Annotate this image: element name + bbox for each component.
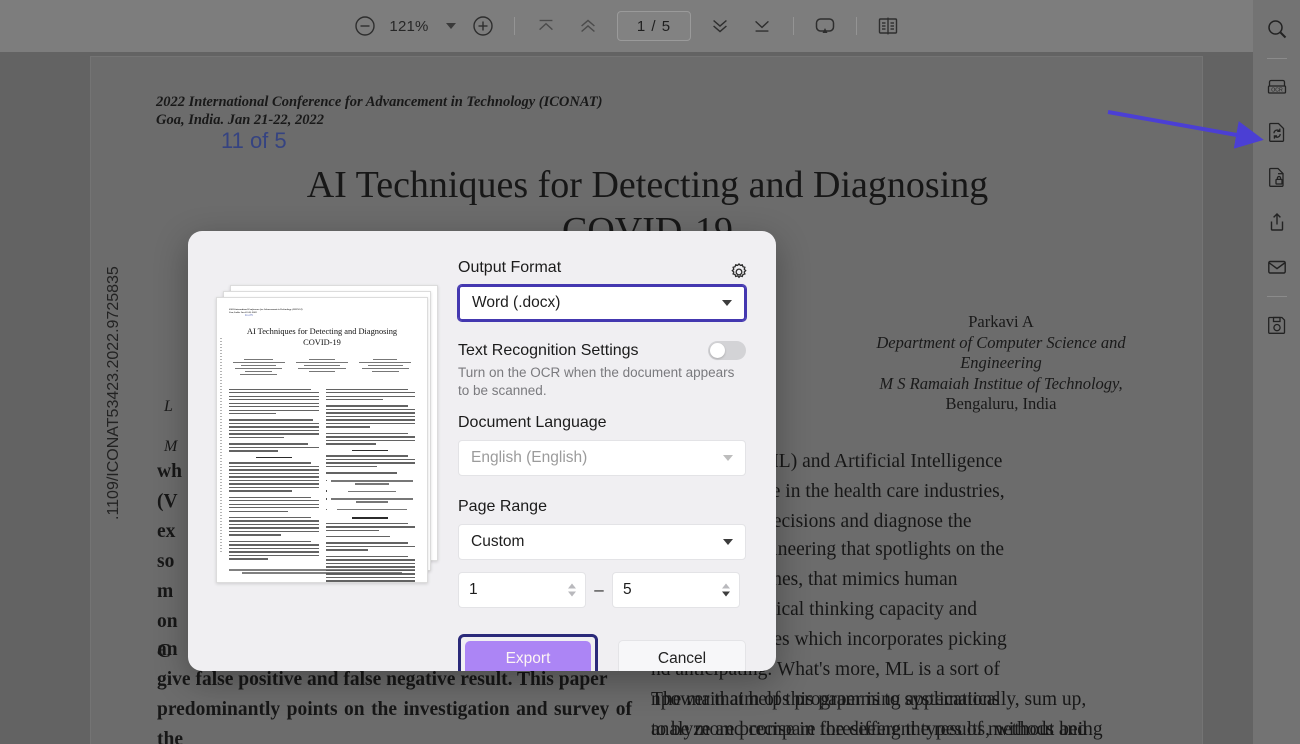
stepper-up-icon[interactable]	[568, 584, 576, 589]
text-recognition-label: Text Recognition Settings	[458, 342, 639, 360]
document-language-value: English (English)	[471, 449, 587, 467]
conference-header: 2022 International Conference for Advanc…	[156, 93, 602, 129]
author-block-right: Parkavi A Department of Computer Science…	[851, 312, 1151, 415]
protect-file-icon[interactable]	[1258, 158, 1296, 196]
thumbnail-footer	[229, 568, 415, 575]
convert-file-icon[interactable]	[1258, 113, 1296, 151]
toggle-knob	[710, 343, 725, 358]
share-icon[interactable]	[1258, 203, 1296, 241]
toolbar-divider-3	[856, 17, 857, 35]
first-page-icon[interactable]	[525, 5, 567, 47]
thumbnail-doi-strip	[220, 338, 222, 552]
pdf-reader-window: 2022 International Conference for Advanc…	[0, 0, 1300, 744]
toolbar-divider-2	[793, 17, 794, 35]
thumbnail-title: AI Techniques for Detecting and Diagnosi…	[229, 326, 415, 348]
export-button-focus-ring: Export	[458, 634, 598, 671]
page-to-input[interactable]: 5	[612, 572, 740, 608]
page-to-value: 5	[623, 581, 632, 599]
conference-line-2: Goa, India. Jan 21-22, 2022	[156, 111, 602, 129]
svg-text:OCR: OCR	[1271, 87, 1283, 93]
email-icon[interactable]	[1258, 248, 1296, 286]
right-sidebar: OCR	[1253, 0, 1300, 744]
chevron-down-icon	[722, 300, 732, 306]
page-range-label: Page Range	[458, 498, 746, 516]
conference-line-1: 2022 International Conference for Advanc…	[156, 93, 602, 111]
cancel-button[interactable]: Cancel	[618, 640, 746, 671]
dialog-preview-pane: 2022 International Conference for Advanc…	[188, 231, 452, 671]
ocr-icon[interactable]: OCR	[1258, 68, 1296, 106]
page-to-stepper[interactable]	[722, 584, 730, 597]
document-language-select[interactable]: English (English)	[458, 440, 746, 476]
zoom-in-icon[interactable]	[462, 5, 504, 47]
reading-mode-icon[interactable]	[867, 5, 909, 47]
previous-page-icon[interactable]	[567, 5, 609, 47]
document-thumbnail-preview: 2022 International Conference for Advanc…	[216, 285, 446, 585]
thumbnail-authors	[229, 357, 415, 377]
page-range-value: Custom	[471, 533, 524, 551]
zoom-out-icon[interactable]	[344, 5, 386, 47]
top-toolbar: 121% 1 / 5	[0, 0, 1253, 52]
page-range-inputs: 1 – 5	[458, 572, 746, 608]
document-language-label: Document Language	[458, 414, 746, 432]
export-button[interactable]: Export	[465, 641, 591, 671]
output-format-value: Word (.docx)	[472, 294, 560, 312]
right-column-paragraph-3: The main aim of this paper is to systema…	[651, 685, 1126, 744]
chevron-down-icon	[723, 539, 733, 545]
stepper-up-icon[interactable]	[722, 584, 730, 589]
author-dept-line-2: Engineering	[851, 353, 1151, 374]
gear-icon[interactable]	[728, 261, 750, 283]
sidebar-divider	[1267, 58, 1287, 59]
export-dialog: 2022 International Conference for Advanc…	[188, 231, 776, 671]
page-from-input[interactable]: 1	[458, 572, 586, 608]
sidebar-divider-2	[1267, 296, 1287, 297]
search-icon[interactable]	[1258, 10, 1296, 48]
thumbnail-page-render: 2022 International Conference for Advanc…	[217, 298, 427, 582]
thumbnail-columns	[229, 387, 415, 584]
ocr-toggle[interactable]	[708, 341, 746, 360]
paper-title-line-1: AI Techniques for Detecting and Diagnosi…	[91, 162, 1203, 208]
page-of-label: 11 of 5	[221, 128, 287, 154]
output-format-select[interactable]: Word (.docx)	[458, 285, 746, 321]
author-city: Bengaluru, India	[851, 394, 1151, 415]
zoom-level-label[interactable]: 121%	[386, 18, 432, 35]
dialog-actions: Export Cancel	[458, 634, 746, 671]
range-dash: –	[586, 580, 612, 600]
chevron-down-icon	[723, 455, 733, 461]
chevron-down-icon[interactable]	[446, 23, 456, 29]
toolbar-divider	[514, 17, 515, 35]
output-format-label: Output Format	[458, 259, 746, 277]
thumbnail-sheet-front: 2022 International Conference for Advanc…	[216, 297, 428, 583]
page-range-select[interactable]: Custom	[458, 524, 746, 560]
author-name: Parkavi A	[851, 312, 1151, 333]
author-institute: M S Ramaiah Institue of Technology,	[851, 374, 1151, 395]
author-dept-line-1: Department of Computer Science and	[851, 333, 1151, 354]
thumbnail-page-of: 11 of 5	[245, 314, 415, 317]
text-recognition-hint: Turn on the OCR when the document appear…	[458, 364, 746, 400]
page-from-stepper[interactable]	[568, 584, 576, 597]
presentation-mode-icon[interactable]	[804, 5, 846, 47]
page-number-input[interactable]: 1 / 5	[617, 11, 691, 41]
last-page-icon[interactable]	[741, 5, 783, 47]
next-page-icon[interactable]	[699, 5, 741, 47]
doi-vertical-text: .1109/ICONAT53423.2022.9725835	[105, 266, 123, 520]
page-from-value: 1	[469, 581, 478, 599]
stepper-down-icon[interactable]	[568, 592, 576, 597]
stepper-down-icon[interactable]	[722, 592, 730, 597]
save-icon[interactable]	[1258, 306, 1296, 344]
text-recognition-row: Text Recognition Settings	[458, 341, 746, 360]
dialog-settings-pane: Output Format Word (.docx) Text Recognit…	[452, 231, 776, 671]
